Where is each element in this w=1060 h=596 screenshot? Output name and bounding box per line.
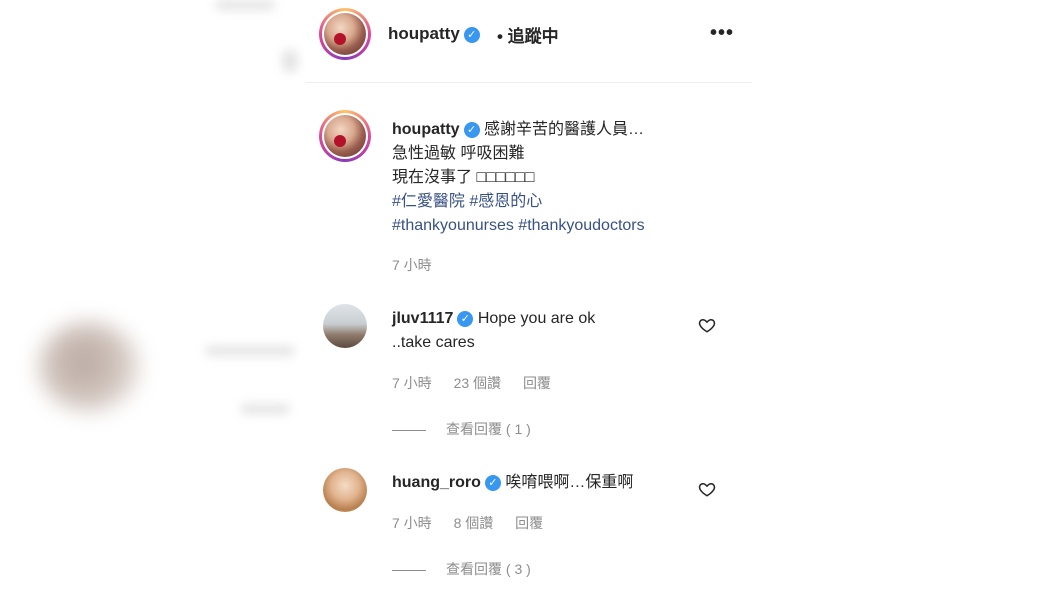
comment-text: 唉唷喂啊…保重啊 <box>505 474 634 491</box>
like-heart-icon[interactable] <box>698 316 716 334</box>
blurred-text <box>205 346 295 356</box>
caption-avatar[interactable] <box>319 110 371 162</box>
blurred-text <box>240 404 290 414</box>
commenter-avatar[interactable] <box>323 468 367 512</box>
comment-likes[interactable]: 23 個讚 <box>454 375 501 391</box>
more-options-icon[interactable]: ••• <box>710 22 734 45</box>
commenter-avatar[interactable] <box>323 304 367 348</box>
caption-line: 現在沒事了 □□□□□□ <box>392 169 535 186</box>
comment-username[interactable]: huang_roro <box>392 474 481 491</box>
comment-time: 7 小時 <box>392 515 432 531</box>
rose-icon <box>334 33 346 45</box>
author-avatar[interactable] <box>319 8 371 60</box>
view-replies-button[interactable]: 查看回覆 ( 3 ) <box>392 559 531 579</box>
caption-timestamp: 7 小時 <box>392 257 432 273</box>
post-header: houpatty ✓ • 追蹤中 ••• <box>305 0 752 83</box>
rose-icon <box>334 135 346 147</box>
caption-line: 感謝辛苦的醫護人員… <box>484 121 645 138</box>
comment-text: ..take cares <box>392 334 475 351</box>
verified-badge-icon: ✓ <box>463 27 480 43</box>
following-status[interactable]: • 追蹤中 <box>497 22 559 47</box>
hashtag-line[interactable]: #仁愛醫院 #感恩的心 <box>392 190 645 214</box>
caption: houpatty ✓ 感謝辛苦的醫護人員… 急性過敏 呼吸困難 現在沒事了 □□□… <box>392 118 645 238</box>
reply-button[interactable]: 回覆 <box>515 515 543 531</box>
caption-username[interactable]: houpatty <box>392 121 460 138</box>
hashtag-line[interactable]: #thankyounurses #thankyoudoctors <box>392 214 645 238</box>
verified-badge-icon: ✓ <box>463 122 480 138</box>
post-panel: houpatty ✓ • 追蹤中 ••• houpatty ✓ 感謝辛苦的醫護人員…… <box>305 0 752 596</box>
verified-badge-icon: ✓ <box>484 475 501 491</box>
comment: jluv1117 ✓ Hope you are ok ..take cares <box>392 307 595 355</box>
comment: huang_roro ✓ 唉唷喂啊…保重啊 <box>392 471 633 495</box>
comment-likes[interactable]: 8 個讚 <box>454 515 494 531</box>
divider-dash <box>392 429 426 431</box>
comment-meta: 7 小時 23 個讚 回覆 <box>392 373 569 393</box>
blurred-avatar <box>38 322 140 412</box>
author-username[interactable]: houpatty ✓ <box>388 24 480 44</box>
like-heart-icon[interactable] <box>698 480 716 498</box>
blurred-text <box>282 50 298 72</box>
comment-time: 7 小時 <box>392 375 432 391</box>
comment-meta: 7 小時 8 個讚 回覆 <box>392 513 561 533</box>
comment-username[interactable]: jluv1117 <box>392 310 453 327</box>
reply-button[interactable]: 回覆 <box>523 375 551 391</box>
divider-dash <box>392 569 426 571</box>
verified-badge-icon: ✓ <box>457 311 474 327</box>
blurred-text <box>215 0 275 10</box>
comment-text: Hope you are ok <box>477 310 596 327</box>
view-replies-button[interactable]: 查看回覆 ( 1 ) <box>392 419 531 439</box>
caption-line: 急性過敏 呼吸困難 <box>392 145 525 162</box>
